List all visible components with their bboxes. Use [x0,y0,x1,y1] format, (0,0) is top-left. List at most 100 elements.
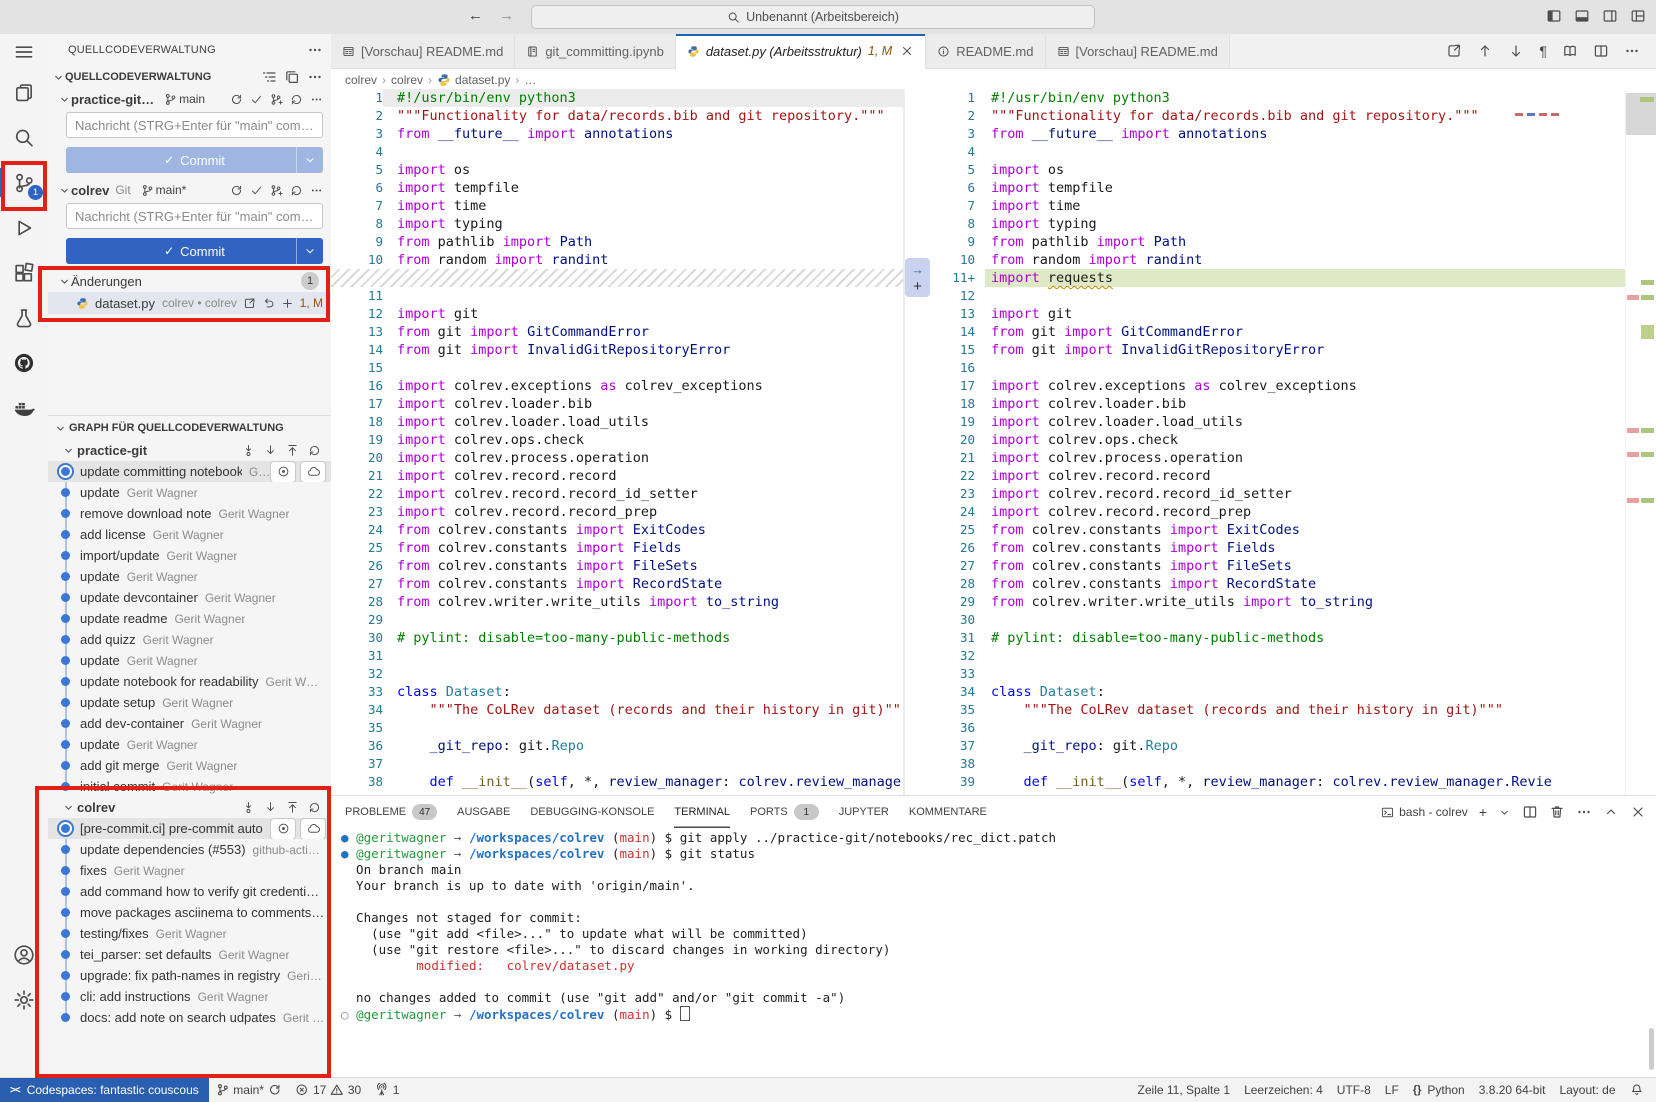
commit-dropdown[interactable] [296,238,323,264]
code-line[interactable]: 34class Dataset: [905,683,1656,701]
more-actions-icon[interactable] [310,93,323,106]
code-line[interactable]: 32 [331,665,903,683]
breadcrumb-item[interactable]: dataset.py [437,73,510,87]
code-line[interactable]: 33 [905,665,1656,683]
refresh-icon[interactable] [308,801,321,814]
sidebar-item-github[interactable] [0,340,48,385]
code-line[interactable]: 7import time [331,197,903,215]
commit-row[interactable]: testing/fixesGerit Wagner [48,923,331,944]
chevron-down-icon[interactable] [52,71,65,84]
remote-indicator[interactable]: >< Codespaces: fantastic couscous [0,1078,209,1102]
refresh-icon[interactable] [290,93,303,106]
changed-file-row[interactable]: dataset.py colrev • colrev 1, M [48,292,331,314]
code-line[interactable]: 27from colrev.constants import FileSets [905,557,1656,575]
pull-icon[interactable] [264,801,277,814]
code-line[interactable]: 1#!/usr/bin/env python3 [905,89,1656,107]
push-icon[interactable] [286,801,299,814]
chevron-down-icon[interactable] [58,184,71,197]
new-terminal-icon[interactable]: + [1479,804,1487,820]
code-line[interactable]: 16import colrev.exceptions as colrev_exc… [331,377,903,395]
commit-row[interactable]: update committing notebookG… [48,461,331,482]
code-line[interactable]: 17import colrev.loader.bib [331,395,903,413]
code-line[interactable]: 29from colrev.writer.write_utils import … [905,593,1656,611]
code-line[interactable]: 37 [331,755,903,773]
code-line[interactable]: 9from pathlib import Path [331,233,903,251]
commit-row[interactable]: tei_parser: set defaultsGerit Wagner [48,944,331,965]
commit-row[interactable]: add command how to verify git credenti… [48,881,331,902]
commit-row[interactable]: add quizzGerit Wagner [48,629,331,650]
panel-tab-ausgabe[interactable]: AUSGABE [457,796,510,828]
code-line[interactable]: 3from __future__ import annotations [905,125,1656,143]
forward-icon[interactable]: → [499,7,514,24]
toggle-sidebar-icon[interactable] [1546,8,1562,24]
code-line[interactable]: 15from git import InvalidGitRepositoryEr… [905,341,1656,359]
commit-message-input[interactable]: Nachricht (STRG+Enter für "main" com… [66,112,323,138]
notifications-button[interactable] [1623,1078,1651,1102]
overview-ruler[interactable] [1625,89,1656,796]
code-line[interactable]: 18import colrev.loader.load_utils [331,413,903,431]
status-item[interactable]: {}Python [1406,1078,1472,1102]
customize-layout-icon[interactable] [1630,8,1646,24]
code-line[interactable]: 13import git [905,305,1656,323]
code-line[interactable]: 7import time [905,197,1656,215]
commit-row[interactable]: updateGerit Wagner [48,734,331,755]
pull-icon[interactable] [264,444,277,457]
breadcrumb-item[interactable]: colrev [391,73,423,87]
more-actions-icon[interactable] [1576,804,1592,820]
panel-tab-ports[interactable]: PORTS1 [750,796,819,828]
code-line[interactable]: 5import os [905,161,1656,179]
terminal[interactable]: ● @geritwagner → /workspaces/colrev (mai… [331,830,1656,1078]
code-line[interactable]: 10from random import randint [905,251,1656,269]
panel-tab-kommentare[interactable]: KOMMENTARE [909,796,987,828]
code-line[interactable]: 20import colrev.ops.check [905,431,1656,449]
code-line[interactable]: 36 _git_repo: git.Repo [331,737,903,755]
close-panel-icon[interactable] [1630,804,1646,820]
code-line[interactable]: 33class Dataset: [331,683,903,701]
commit-row[interactable]: update dependencies (#553)github-acti… [48,839,331,860]
sync-icon[interactable] [230,93,243,106]
sidebar-item-explorer[interactable] [0,70,48,115]
commit-row[interactable]: updateGerit Wagner [48,482,331,503]
code-line[interactable]: 27from colrev.constants import RecordSta… [331,575,903,593]
cloud-button[interactable] [300,818,326,839]
sidebar-item-testing[interactable] [0,295,48,340]
commit-row[interactable]: remove download noteGerit Wagner [48,503,331,524]
code-line[interactable]: 25from colrev.constants import Fields [331,539,903,557]
create-branch-icon[interactable] [270,184,283,197]
code-line[interactable]: 26from colrev.constants import FileSets [331,557,903,575]
code-line[interactable]: 22import colrev.record.record_id_setter [331,485,903,503]
command-center[interactable]: Unbenannt (Arbeitsbereich) [531,5,1095,29]
code-line[interactable]: 31 [331,647,903,665]
code-line[interactable]: 17import colrev.exceptions as colrev_exc… [905,377,1656,395]
commit-row[interactable]: add dev-containerGerit Wagner [48,713,331,734]
code-line[interactable]: 4 [905,143,1656,161]
code-line[interactable]: 38 [905,755,1656,773]
toggle-panel-icon[interactable] [1574,8,1590,24]
code-line[interactable]: 23import colrev.record.record_prep [331,503,903,521]
fetch-icon[interactable] [242,801,255,814]
tab-1[interactable]: git_committing.ipynb [515,34,676,68]
code-line[interactable]: 4 [331,143,903,161]
pilcrow-icon[interactable]: ¶ [1539,43,1547,59]
code-line[interactable]: 11 [331,287,903,305]
code-line[interactable]: 30# pylint: disable=too-many-public-meth… [331,629,903,647]
sidebar-item-search[interactable] [0,115,48,160]
panel-tab-probleme[interactable]: PROBLEME47 [345,796,437,828]
code-line[interactable]: 23import colrev.record.record_id_setter [905,485,1656,503]
inline-diff-view-icon[interactable] [1562,43,1578,59]
code-line[interactable]: 34 """The CoLRev dataset (records and th… [331,701,903,719]
commit-row[interactable]: update notebook for readabilityGerit W… [48,671,331,692]
close-icon[interactable] [900,44,914,58]
split-editor-icon[interactable] [1593,43,1609,59]
code-line[interactable]: 6import tempfile [905,179,1656,197]
commit-row[interactable]: move packages asciinema to comments… [48,902,331,923]
code-line[interactable]: 38 def __init__(self, *, review_manager:… [331,773,903,791]
diff-modified-pane[interactable]: 1#!/usr/bin/env python32"""Functionality… [905,89,1656,796]
status-item[interactable]: UTF-8 [1330,1078,1378,1102]
code-line[interactable]: 24from colrev.constants import ExitCodes [331,521,903,539]
code-line[interactable]: 22import colrev.record.record [905,467,1656,485]
panel-tab-terminal[interactable]: TERMINAL [674,796,730,828]
goto-head-button[interactable] [270,461,296,482]
graph-group-colrev[interactable]: colrev [48,797,331,818]
create-branch-icon[interactable] [270,93,283,106]
